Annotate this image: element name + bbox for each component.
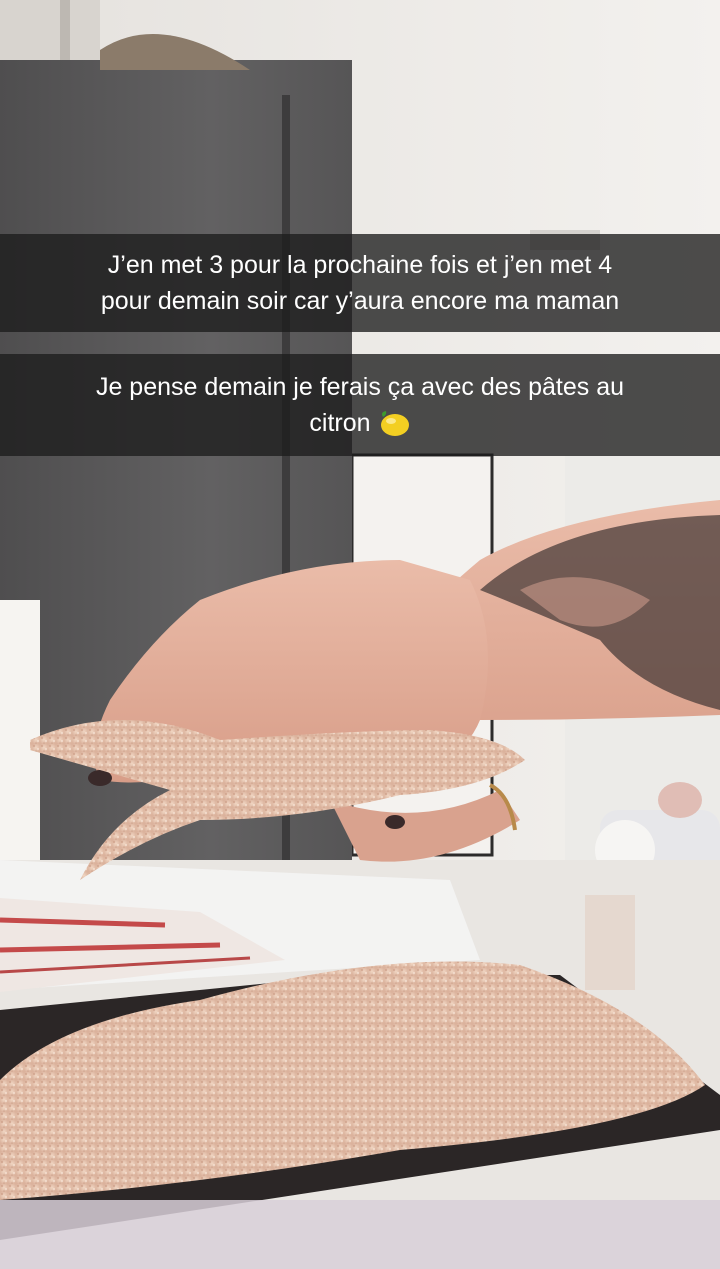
caption-line: pour demain soir car y’aura encore ma ma…: [100, 287, 620, 315]
box-on-counter: [585, 895, 635, 990]
caption-bar-2: Je pense demain je ferais ça avec des pâ…: [0, 354, 720, 456]
plush-toy-pink: [658, 782, 702, 818]
lemon-icon: [380, 411, 409, 437]
caption-line: J’en met 3 pour la prochaine fois et j’e…: [107, 251, 613, 279]
caption-line-with-emoji: citron: [18, 405, 702, 441]
plastic-wrap: [0, 1200, 720, 1269]
caption-bar-1: J’en met 3 pour la prochaine fois et j’e…: [0, 234, 720, 332]
photo-scene: [0, 0, 720, 1269]
fingernail: [385, 815, 405, 829]
paper-towel: [0, 600, 40, 860]
caption-text: citron: [309, 409, 371, 437]
caption-line: Je pense demain je ferais ça avec des pâ…: [95, 373, 625, 401]
